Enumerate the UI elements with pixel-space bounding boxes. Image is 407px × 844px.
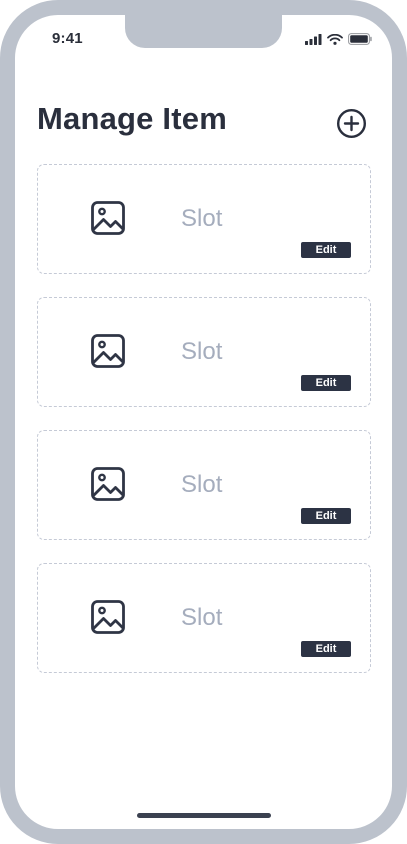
slot-card[interactable]: Slot Edit bbox=[37, 430, 371, 540]
status-icons bbox=[305, 32, 372, 50]
slot-list: Slot Edit Slot Edit Slot Edit Slot Edit bbox=[37, 164, 371, 696]
image-icon bbox=[91, 600, 125, 634]
slot-label: Slot bbox=[181, 205, 223, 232]
phone-frame: 9:41 Manage Item Slot Edit Slot Edit Slo… bbox=[0, 0, 407, 844]
image-icon bbox=[91, 201, 125, 235]
slot-card[interactable]: Slot Edit bbox=[37, 164, 371, 274]
image-icon bbox=[91, 467, 125, 501]
slot-card[interactable]: Slot Edit bbox=[37, 297, 371, 407]
edit-button[interactable]: Edit bbox=[301, 375, 351, 391]
edit-button[interactable]: Edit bbox=[301, 508, 351, 524]
slot-label: Slot bbox=[181, 338, 223, 365]
slot-card[interactable]: Slot Edit bbox=[37, 563, 371, 673]
home-indicator[interactable] bbox=[137, 813, 271, 818]
device-notch bbox=[125, 15, 282, 48]
wifi-icon bbox=[327, 32, 343, 50]
page-title: Manage Item bbox=[37, 101, 227, 136]
cellular-signal-icon bbox=[305, 32, 322, 50]
edit-button[interactable]: Edit bbox=[301, 242, 351, 258]
slot-label: Slot bbox=[181, 471, 223, 498]
add-item-button[interactable] bbox=[336, 108, 367, 139]
slot-label: Slot bbox=[181, 604, 223, 631]
battery-icon bbox=[348, 32, 372, 50]
edit-button[interactable]: Edit bbox=[301, 641, 351, 657]
status-time: 9:41 bbox=[52, 30, 83, 47]
image-icon bbox=[91, 334, 125, 368]
plus-circle-icon bbox=[336, 108, 367, 139]
